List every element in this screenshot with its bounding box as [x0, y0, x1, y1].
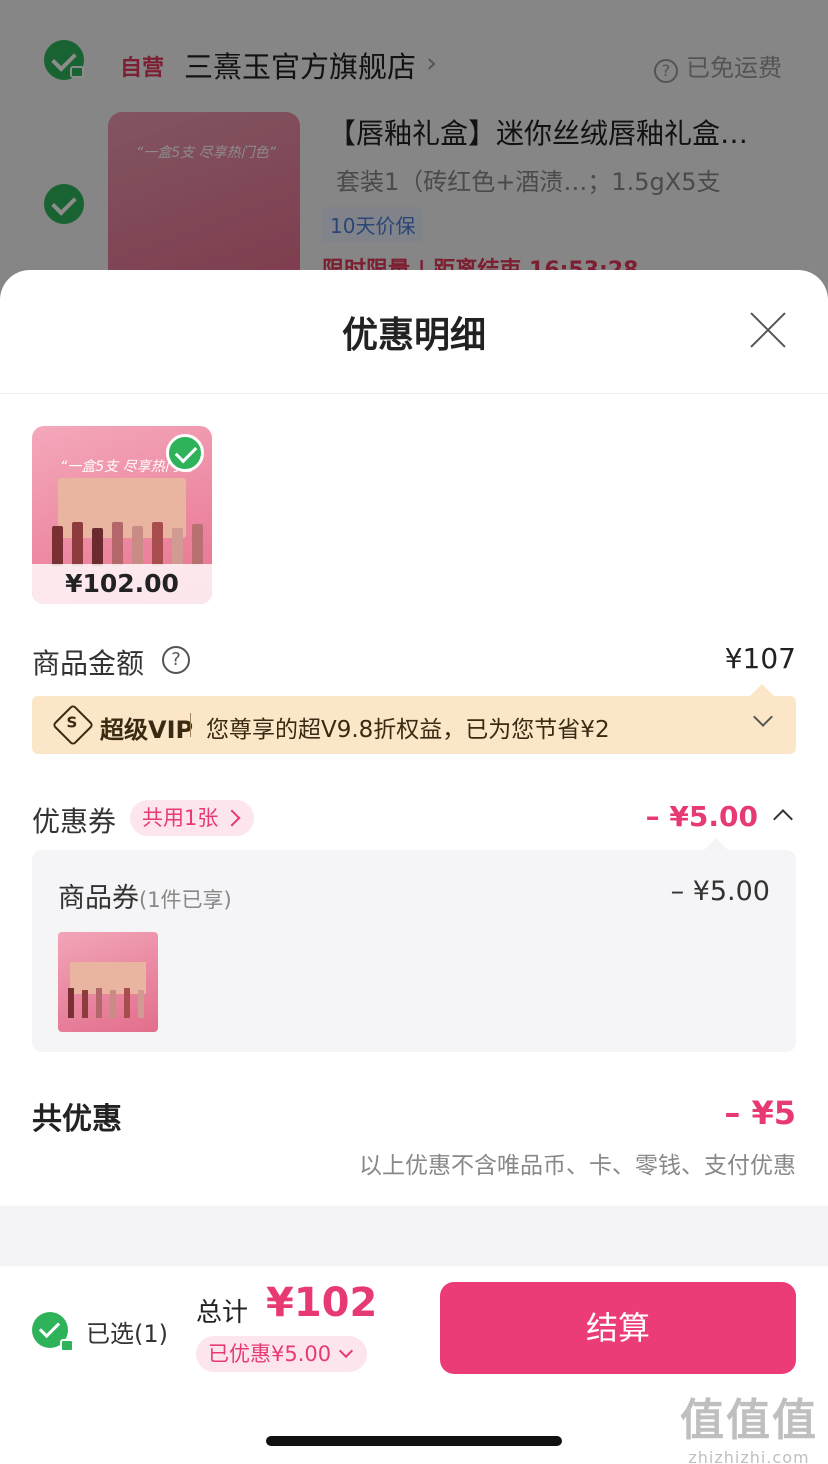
total-discount-row: 共优惠 – ¥5	[32, 1094, 796, 1137]
product-amount-label: 商品金额	[32, 647, 145, 680]
product-amount-value: ¥107	[724, 642, 796, 675]
watermark-url: zhizhizhi.com	[688, 1448, 810, 1464]
section-gap	[0, 1206, 828, 1266]
background-cart-page: 自营 三熹玉官方旗舰店 › ? 已免运费 “一盒5支 尽享热门色” 【唇釉礼盒】迷…	[0, 0, 828, 300]
selected-count: 已选(1)	[86, 1320, 168, 1348]
vip-badge-icon: S	[51, 703, 95, 747]
watermark-logo: 值值值	[680, 1395, 818, 1446]
chevron-up-icon[interactable]	[773, 809, 793, 829]
discount-detail-sheet: 优惠明细 “一盒5支 尽享热门色” ¥102.00 商品金额 ? ¥107 S …	[0, 270, 828, 1464]
total-label: 总计	[196, 1298, 249, 1328]
home-indicator	[266, 1436, 562, 1446]
divider	[190, 713, 191, 737]
discount-note: 以上优惠不含唯品币、卡、零钱、支付优惠	[359, 1153, 796, 1179]
coupon-count-chip[interactable]: 共用1张	[130, 800, 255, 836]
coupon-discount-value: – ¥5.00	[645, 800, 758, 833]
chevron-down-icon[interactable]	[753, 707, 773, 727]
vip-benefit-bar[interactable]: S 超级VIP 您尊享的超V9.8折权益，已为您节省¥2	[32, 684, 796, 754]
product-card: “一盒5支 尽享热门色” ¥102.00	[32, 426, 212, 604]
select-all-check-icon[interactable]	[32, 1312, 74, 1352]
modal-overlay[interactable]	[0, 0, 828, 300]
total-discount-value: – ¥5	[724, 1094, 796, 1132]
checkout-button[interactable]: 结算	[440, 1282, 796, 1374]
sheet-title: 优惠明细	[341, 315, 486, 356]
lock-icon	[60, 1339, 74, 1352]
product-price: ¥102.00	[32, 564, 212, 604]
product-bottles	[46, 518, 206, 566]
watermark: 值值值 zhizhizhi.com	[680, 1384, 818, 1464]
coupon-product-thumbnail	[58, 932, 158, 1032]
coupon-detail-box: 商品券(1件已享) – ¥5.00	[32, 838, 796, 1052]
vip-name: 超级VIP	[100, 716, 194, 744]
total-discount-label: 共优惠	[32, 1102, 122, 1137]
total-value: ¥102	[266, 1280, 378, 1326]
sheet-header: 优惠明细	[0, 270, 828, 394]
check-icon	[166, 434, 204, 472]
saved-amount-chip[interactable]: 已优惠¥5.00	[196, 1336, 368, 1372]
product-coupon-subtitle: (1件已享)	[139, 888, 232, 912]
close-icon[interactable]	[748, 310, 788, 350]
coupon-label: 优惠券	[32, 805, 117, 838]
checkout-bar: 已选(1) 总计 ¥102 已优惠¥5.00 结算 值值值 zhizhizhi.…	[0, 1266, 828, 1464]
vip-benefit-text: 您尊享的超V9.8折权益，已为您节省¥2	[206, 717, 610, 743]
coupon-row: 优惠券 共用1张 – ¥5.00	[32, 800, 796, 840]
product-amount-row: 商品金额 ? ¥107	[32, 642, 796, 682]
product-coupon-title: 商品券(1件已享)	[58, 883, 232, 914]
product-coupon-value: – ¥5.00	[670, 876, 770, 907]
help-icon[interactable]: ?	[162, 646, 190, 674]
